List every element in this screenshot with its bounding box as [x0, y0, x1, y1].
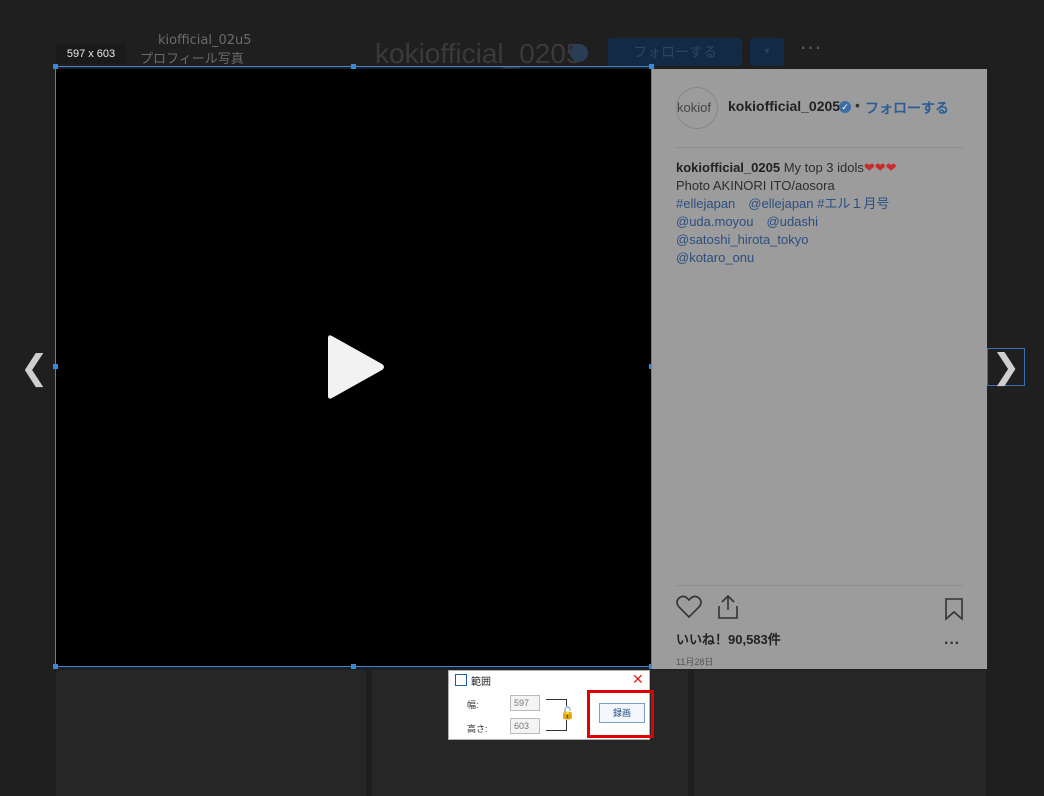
resize-handle[interactable] — [351, 64, 356, 69]
heart-emoji-icon: ❤❤❤ — [863, 160, 897, 175]
dialog-title: 範囲 — [471, 677, 491, 688]
caption-text: My top 3 idols — [783, 160, 864, 175]
caption-username[interactable]: kokiofficial_0205 — [676, 160, 780, 175]
record-button-highlight — [587, 690, 654, 738]
caption-line: Photo AKINORI ITO/aosora — [676, 178, 835, 193]
resize-handle[interactable] — [53, 364, 58, 369]
divider — [676, 147, 963, 148]
post-caption: kokiofficial_0205 My top 3 idols❤❤❤ Phot… — [676, 159, 966, 267]
likes-count[interactable]: いいね！90,583件 — [676, 629, 781, 648]
close-icon[interactable]: ✕ — [632, 671, 644, 688]
resize-handle[interactable] — [53, 64, 58, 69]
height-label: 高さ: — [467, 724, 488, 734]
app-icon — [455, 674, 467, 686]
follow-button[interactable]: フォローする — [865, 98, 949, 118]
selection-size-label: 597 x 603 — [56, 44, 126, 64]
background-profile-photo-label: プロフィール写真 — [140, 52, 244, 67]
resize-handle[interactable] — [53, 664, 58, 669]
heart-icon[interactable] — [676, 595, 702, 619]
caption-tags[interactable]: #ellejapan @ellejapan #エル１月号 — [676, 195, 966, 213]
resize-handle[interactable] — [351, 664, 356, 669]
more-options-icon[interactable]: ··· — [944, 635, 960, 653]
background-tile — [56, 670, 366, 796]
background-more-icon[interactable]: ··· — [800, 36, 822, 60]
background-username-small: kiofficial_02u5 — [158, 33, 252, 48]
chevron-left-icon[interactable]: ❮ — [20, 348, 49, 388]
background-follow-button[interactable]: フォローする — [608, 38, 742, 66]
avatar[interactable]: kokiof — [676, 87, 718, 129]
chevron-right-icon[interactable]: ❯ — [987, 348, 1025, 386]
caption-mention[interactable]: @satoshi_hirota_tokyo — [676, 231, 966, 249]
unlock-icon[interactable]: 🔓 — [560, 706, 575, 720]
width-label: 幅: — [467, 700, 479, 710]
background-username: kokiofficial_0205 — [375, 38, 582, 69]
bookmark-icon[interactable] — [944, 597, 964, 621]
post-date: 11月28日 — [676, 657, 714, 667]
background-tile — [694, 670, 986, 796]
background-verified-icon — [570, 44, 588, 62]
divider — [676, 585, 963, 586]
height-field[interactable]: 603 — [510, 718, 540, 734]
post-username[interactable]: kokiofficial_0205 — [728, 98, 840, 114]
separator-dot: • — [855, 97, 860, 113]
width-field[interactable]: 597 — [510, 695, 540, 711]
post-panel: kokiof kokiofficial_0205 ✓ • フォローする koki… — [652, 69, 987, 669]
background-dropdown-button[interactable]: ▾ — [750, 38, 784, 66]
verified-icon: ✓ — [839, 101, 851, 113]
play-icon[interactable] — [324, 334, 386, 400]
share-icon[interactable] — [716, 594, 740, 620]
caption-mention[interactable]: @kotaro_onu — [676, 249, 966, 267]
caption-mentions[interactable]: @uda.moyou @udashi — [676, 213, 966, 231]
